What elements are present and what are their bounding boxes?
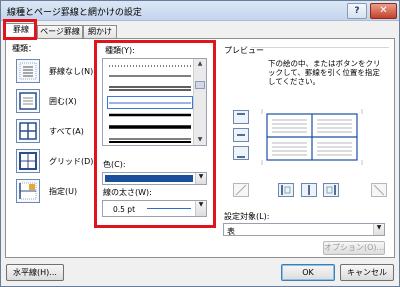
- left-border-icon: [281, 185, 291, 195]
- tab-shading[interactable]: 網かけ: [83, 25, 117, 39]
- tab-highlight-box: [3, 19, 37, 40]
- tab-page-border[interactable]: ページ罫線: [37, 25, 83, 39]
- dialog-title: 線種とページ罫線と網かけの設定: [7, 8, 142, 18]
- all-borders-icon: [16, 119, 40, 143]
- line-style-scrollbar[interactable]: ▲ ▼: [193, 59, 206, 145]
- line-style-list[interactable]: ▲ ▼: [102, 58, 207, 146]
- apply-to-label: 設定対象(L):: [224, 212, 270, 221]
- diagonal-down-button[interactable]: [371, 183, 387, 197]
- setting-custom-label: 指定(U): [49, 187, 78, 196]
- custom-border-icon: [16, 179, 40, 203]
- close-button[interactable]: ✕: [370, 3, 397, 19]
- inside-vertical-icon: [308, 185, 310, 195]
- line-width-sample: [147, 208, 191, 209]
- bottom-border-button[interactable]: [233, 146, 249, 160]
- chevron-down-icon[interactable]: ▼: [195, 201, 206, 216]
- right-border-button[interactable]: [323, 183, 339, 197]
- bottom-border-icon: [237, 156, 245, 158]
- setting-grid-label: グリッド(D): [49, 157, 94, 166]
- settings-heading: 種類：: [12, 44, 36, 53]
- color-swatch: [105, 175, 193, 182]
- inside-horizontal-button[interactable]: [233, 128, 249, 142]
- preview-separator: [251, 47, 389, 48]
- width-label: 線の太さ(W):: [103, 188, 152, 197]
- apply-to-dropdown[interactable]: 表 ▼: [223, 223, 385, 236]
- diagonal-up-button[interactable]: [233, 183, 249, 197]
- line-width-dropdown[interactable]: 0.5 pt ▼: [102, 200, 207, 217]
- inside-vertical-button[interactable]: [301, 183, 317, 197]
- left-border-button[interactable]: [278, 183, 294, 197]
- diagonal-down-icon: [373, 184, 385, 196]
- right-border-icon: [326, 185, 336, 195]
- setting-grid[interactable]: グリッド(D): [16, 149, 94, 175]
- preview-diagram[interactable]: [257, 106, 367, 168]
- preview-instruction: 下の絵の中、またはボタンをクリックして、罫線を引く位置を指定してください。: [268, 59, 381, 86]
- horizontal-line-button[interactable]: 水平線(H)...: [6, 264, 64, 281]
- top-border-icon: [237, 113, 245, 115]
- setting-custom[interactable]: 指定(U): [16, 179, 94, 205]
- inside-horizontal-icon: [237, 134, 245, 136]
- border-shading-dialog: 線種とページ罫線と網かけの設定 ? ✕ 罫線 ページ罫線 網かけ 種類： 罫線な…: [0, 0, 400, 287]
- help-button[interactable]: ?: [347, 3, 367, 19]
- selected-line-style[interactable]: [107, 96, 193, 109]
- color-label: 色(C):: [103, 160, 126, 169]
- apply-to-value: 表: [227, 227, 235, 236]
- grid-border-icon: [16, 149, 40, 173]
- chevron-down-icon[interactable]: ▼: [195, 173, 206, 184]
- box-border-icon: [16, 89, 40, 113]
- title-bar: 線種とページ罫線と網かけの設定 ? ✕: [1, 1, 399, 21]
- setting-box-label: 囲む(X): [49, 97, 77, 106]
- scroll-up-icon[interactable]: ▲: [194, 59, 206, 69]
- setting-box[interactable]: 囲む(X): [16, 89, 94, 115]
- line-width-value: 0.5 pt: [113, 205, 136, 214]
- color-dropdown[interactable]: ▼: [102, 172, 207, 185]
- scroll-thumb[interactable]: [195, 81, 205, 89]
- options-button[interactable]: オプション(O)...: [323, 241, 385, 255]
- cancel-button[interactable]: キャンセル: [340, 264, 394, 281]
- diagonal-up-icon: [235, 184, 247, 196]
- scroll-down-icon[interactable]: ▼: [194, 135, 206, 145]
- setting-none-label: 罫線なし(N): [49, 67, 94, 76]
- setting-none[interactable]: 罫線なし(N): [16, 59, 94, 85]
- ok-button[interactable]: OK: [281, 264, 335, 281]
- setting-all[interactable]: すべて(A): [16, 119, 94, 145]
- chevron-down-icon[interactable]: ▼: [373, 224, 384, 235]
- top-border-button[interactable]: [233, 110, 249, 124]
- setting-all-label: すべて(A): [49, 127, 84, 136]
- no-border-icon: [16, 59, 40, 83]
